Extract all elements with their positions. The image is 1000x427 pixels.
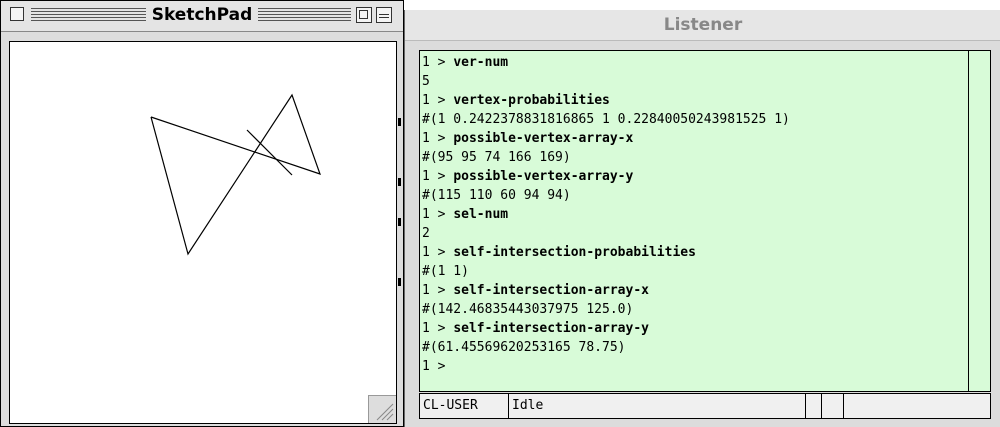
listener-title-bar[interactable]: Listener	[405, 10, 1000, 41]
listener-line: 1 >	[422, 359, 962, 378]
sketchpad-window: SketchPad	[0, 0, 404, 427]
sketchpad-title: SketchPad	[145, 5, 259, 25]
listener-output[interactable]: 1 > ver-num 5 1 > vertex-probabilities #(1 …	[419, 50, 969, 392]
listener-prompt: 1 >	[422, 245, 454, 260]
listener-line: #(1 0.2422378831816865 1 0.2284005024398…	[422, 112, 962, 131]
listener-prompt: 1 >	[422, 321, 454, 336]
listener-line: #(115 110 60 94 94)	[422, 188, 962, 207]
listener-result: #(95 95 74 166 169)	[422, 150, 571, 165]
close-box-icon[interactable]	[10, 7, 24, 21]
listener-line: 5	[422, 74, 962, 93]
listener-result: #(115 110 60 94 94)	[422, 188, 571, 203]
listener-line: 1 > self-intersection-array-x	[422, 283, 962, 302]
listener-command: ver-num	[453, 55, 509, 70]
listener-prompt: 1 >	[422, 55, 454, 70]
listener-title: Listener	[663, 15, 743, 35]
listener-line: 1 > possible-vertex-array-x	[422, 131, 962, 150]
listener-command: possible-vertex-array-x	[453, 131, 634, 146]
listener-result: #(142.46835443037975 125.0)	[422, 302, 634, 317]
listener-prompt: 1 >	[422, 131, 454, 146]
listener-command: self-intersection-probabilities	[453, 245, 696, 260]
listener-result: #(1 1)	[422, 264, 469, 279]
listener-window: Listener 1 > ver-num 5 1 > vertex-probabil…	[404, 10, 1000, 427]
listener-command: vertex-probabilities	[453, 93, 610, 108]
listener-line: 1 > self-intersection-probabilities	[422, 245, 962, 264]
listener-result: 2	[422, 226, 430, 241]
listener-prompt: 1 >	[422, 169, 454, 184]
listener-line: 1 > vertex-probabilities	[422, 93, 962, 112]
listener-line: 1 > possible-vertex-array-y	[422, 169, 962, 188]
resize-grip-icon[interactable]	[368, 395, 396, 423]
vertical-scrollbar[interactable]	[969, 50, 991, 392]
listener-result: #(61.45569620253165 78.75)	[422, 340, 626, 355]
collapse-box-icon[interactable]	[376, 7, 392, 23]
listener-line: 2	[422, 226, 962, 245]
zoom-box-icon[interactable]	[356, 7, 372, 23]
listener-line: #(61.45569620253165 78.75)	[422, 340, 962, 359]
listener-prompt: 1 >	[422, 93, 454, 108]
sketch-stroke	[150, 93, 321, 256]
listener-command: possible-vertex-array-y	[453, 169, 634, 184]
listener-prompt: 1 >	[422, 207, 454, 222]
sketchpad-title-bar[interactable]: SketchPad	[1, 1, 403, 32]
status-cell-empty-2	[822, 394, 844, 418]
sketch-canvas[interactable]	[9, 41, 397, 424]
listener-prompt: 1 >	[422, 359, 446, 374]
listener-command: sel-num	[453, 207, 509, 222]
listener-result: 5	[422, 74, 430, 89]
listener-result: #(1 0.2422378831816865 1 0.2284005024398…	[422, 112, 790, 127]
status-state: Idle	[509, 394, 806, 418]
listener-line: #(1 1)	[422, 264, 962, 283]
listener-command: self-intersection-array-y	[453, 321, 649, 336]
status-package: CL-USER	[420, 394, 509, 418]
sketch-drawing	[150, 93, 321, 256]
listener-line: 1 > ver-num	[422, 55, 962, 74]
status-cell-empty-1	[806, 394, 822, 418]
listener-line: 1 > sel-num	[422, 207, 962, 226]
listener-line: #(142.46835443037975 125.0)	[422, 302, 962, 321]
window-edge-marks	[398, 118, 402, 288]
listener-command: self-intersection-array-x	[453, 283, 649, 298]
listener-lines: 1 > ver-num 5 1 > vertex-probabilities #(1 …	[422, 55, 962, 378]
listener-line: #(95 95 74 166 169)	[422, 150, 962, 169]
listener-prompt: 1 >	[422, 283, 454, 298]
status-bar: CL-USER Idle	[419, 393, 991, 419]
listener-line: 1 > self-intersection-array-y	[422, 321, 962, 340]
